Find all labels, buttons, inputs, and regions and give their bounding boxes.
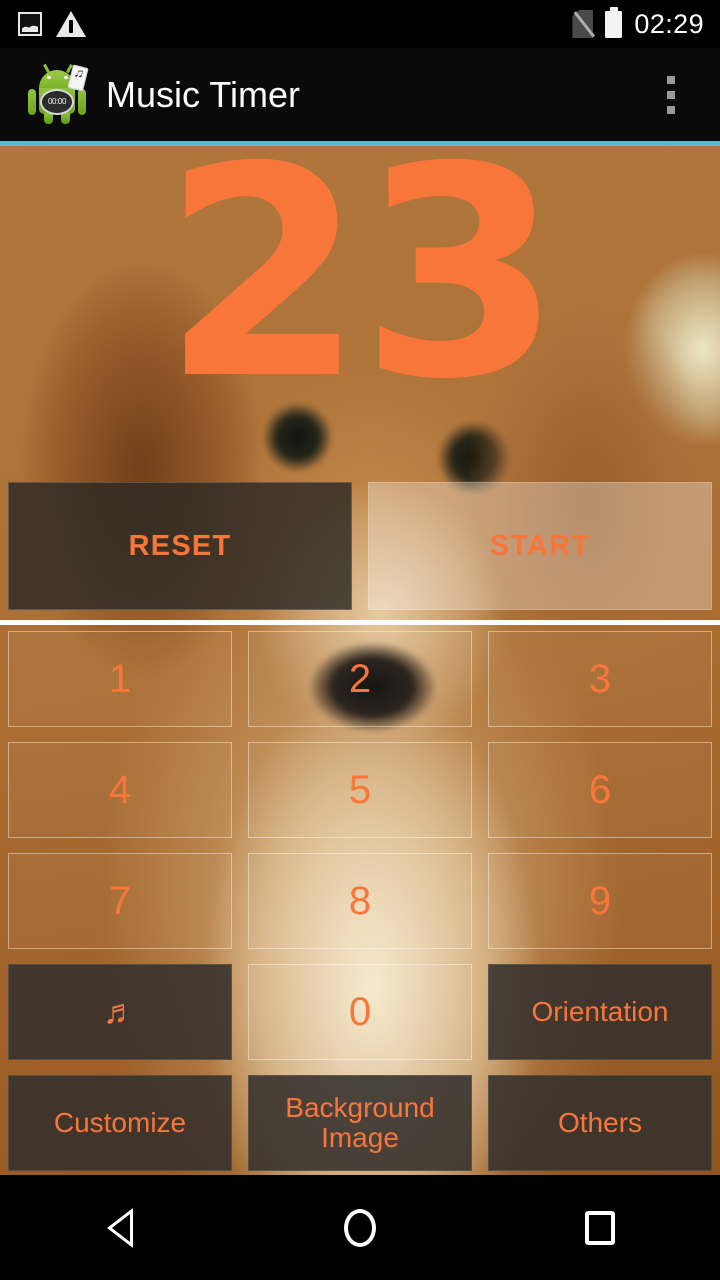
accent-divider — [0, 141, 720, 146]
robot-arm-right — [78, 88, 86, 115]
nav-recents-button[interactable] — [545, 1175, 655, 1280]
keypad-divider — [0, 620, 720, 625]
robot-arm-left — [28, 88, 36, 115]
overflow-dot-1 — [667, 75, 675, 84]
warning-icon — [56, 11, 86, 37]
control-row: RESET START — [0, 482, 720, 610]
key-background-image[interactable]: Background Image — [248, 1075, 472, 1171]
key-0[interactable]: 0 — [248, 964, 472, 1060]
key-others[interactable]: Others — [488, 1075, 712, 1171]
key-orientation[interactable]: Orientation — [488, 964, 712, 1060]
key-4[interactable]: 4 — [8, 742, 232, 838]
app-logo-icon: 00:00 — [26, 63, 89, 126]
main-content: 23 RESET START 1 2 3 4 5 6 7 8 9 ♬ 0 Orientation Cus… — [0, 146, 720, 1175]
key-5[interactable]: 5 — [248, 742, 472, 838]
back-icon — [107, 1207, 133, 1248]
status-bar-clock: 02:29 — [634, 8, 704, 39]
system-navigation-bar — [0, 1175, 720, 1280]
status-bar-right-icons: 02:29 — [572, 6, 720, 39]
key-music[interactable]: ♬ — [8, 964, 232, 1060]
key-9[interactable]: 9 — [488, 853, 712, 949]
robot-eye-left — [47, 75, 51, 79]
key-customize[interactable]: Customize — [8, 1075, 232, 1171]
key-2[interactable]: 2 — [248, 631, 472, 727]
keypad-grid: 1 2 3 4 5 6 7 8 9 ♬ 0 Orientation Customize Backgroun… — [0, 631, 720, 1171]
nav-home-button[interactable] — [305, 1175, 415, 1280]
home-icon — [344, 1208, 376, 1247]
overflow-menu-icon[interactable] — [660, 68, 682, 122]
app-screen: 02:29 00:00 Music Timer 23 — [0, 0, 720, 1280]
key-6[interactable]: 6 — [488, 742, 712, 838]
stopwatch-icon: 00:00 — [40, 88, 74, 115]
overflow-dot-2 — [667, 90, 675, 99]
battery-icon — [605, 6, 623, 38]
app-title: Music Timer — [106, 73, 301, 115]
reset-button[interactable]: RESET — [8, 482, 352, 610]
key-7[interactable]: 7 — [8, 853, 232, 949]
key-8[interactable]: 8 — [248, 853, 472, 949]
app-bar: 00:00 Music Timer — [0, 48, 720, 141]
nav-back-button[interactable] — [65, 1175, 175, 1280]
status-bar-left-icons — [0, 11, 86, 37]
overflow-dot-3 — [667, 105, 675, 114]
recents-icon — [585, 1210, 615, 1245]
key-3[interactable]: 3 — [488, 631, 712, 727]
status-bar: 02:29 — [0, 0, 720, 48]
robot-eye-right — [64, 75, 68, 79]
start-button[interactable]: START — [368, 482, 712, 610]
key-1[interactable]: 1 — [8, 631, 232, 727]
image-icon — [18, 12, 42, 36]
no-sim-icon — [572, 10, 593, 38]
